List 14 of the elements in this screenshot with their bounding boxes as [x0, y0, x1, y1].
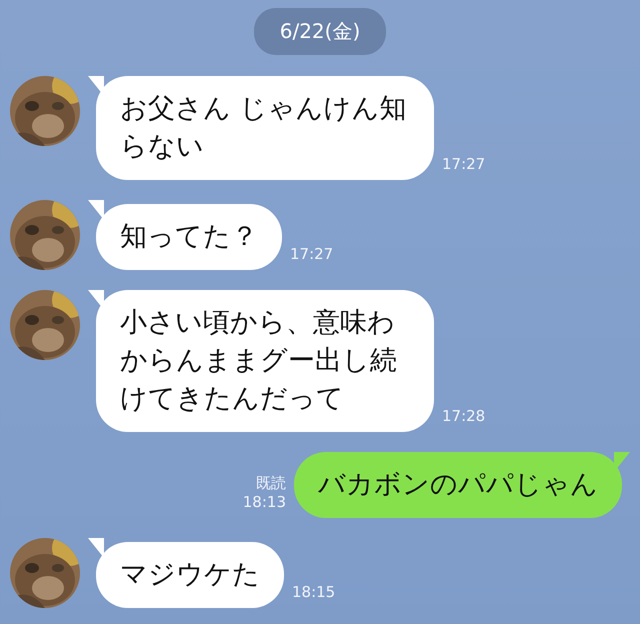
- message-bubble: 小さい頃から、意味わからんままグー出し続けてきたんだって: [96, 290, 434, 432]
- message-time: 18:13: [242, 493, 286, 512]
- message-time: 17:27: [442, 155, 486, 174]
- message-bubble: マジウケた: [96, 542, 284, 608]
- message-bubble: 知ってた？: [96, 204, 282, 270]
- date-label: 6/22(金): [254, 8, 386, 55]
- message-bubble: バカボンのパパじゃん: [294, 452, 622, 518]
- bubble-tail-icon: [88, 538, 104, 558]
- message-time: 17:27: [290, 245, 334, 264]
- message-bubble: お父さん じゃんけん知らない: [96, 76, 434, 180]
- message-time: 18:15: [292, 583, 336, 602]
- read-receipt: 既読: [256, 474, 286, 493]
- bubble-tail-icon: [88, 200, 104, 220]
- message-time: 17:28: [442, 407, 486, 426]
